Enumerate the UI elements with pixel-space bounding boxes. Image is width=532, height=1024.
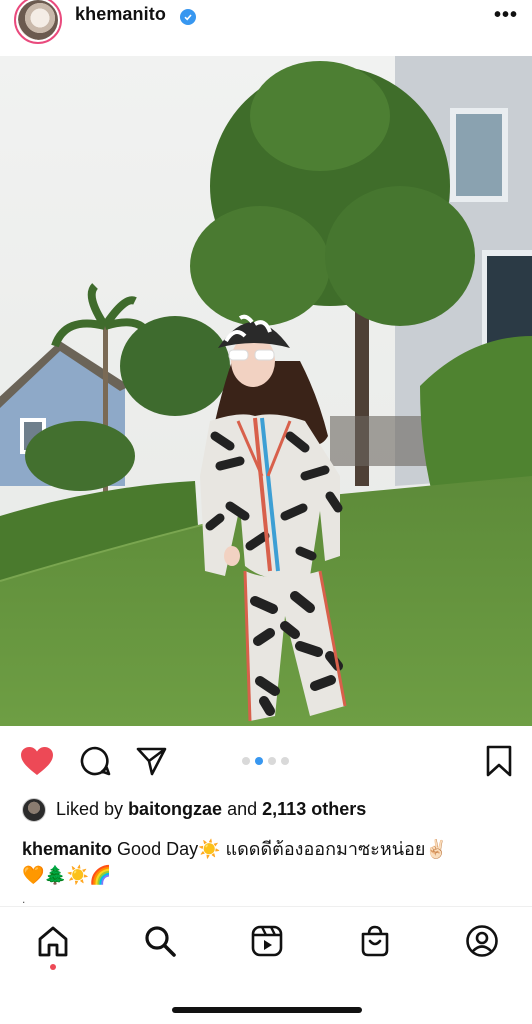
carousel-dot xyxy=(242,757,250,765)
likes-prefix: Liked by xyxy=(56,799,124,819)
photo-image xyxy=(0,56,532,726)
bookmark-icon[interactable] xyxy=(482,744,516,778)
comment-icon[interactable] xyxy=(78,744,112,778)
carousel-dot xyxy=(268,757,276,765)
search-icon[interactable] xyxy=(140,921,180,961)
share-icon[interactable] xyxy=(134,744,168,778)
carousel-dot xyxy=(281,757,289,765)
verified-badge-icon xyxy=(180,9,196,25)
post-header: khemanito ••• xyxy=(0,0,532,56)
bottom-nav xyxy=(0,906,532,1024)
caption-ellipsis: . xyxy=(22,892,26,906)
post-username[interactable]: khemanito xyxy=(75,4,166,25)
caption-emojis: 🧡🌲☀️🌈 xyxy=(22,865,112,885)
likes-row: Liked by baitongzae and 2,113 others xyxy=(0,796,532,826)
home-icon[interactable] xyxy=(33,921,73,961)
post-action-bar xyxy=(0,736,532,786)
likes-summary[interactable]: Liked by baitongzae and 2,113 others xyxy=(56,799,366,820)
profile-avatar[interactable] xyxy=(10,0,66,46)
liker-username[interactable]: baitongzae xyxy=(128,799,222,819)
carousel-dot-active xyxy=(255,757,263,765)
home-notification-dot xyxy=(50,964,56,970)
likes-middle: and xyxy=(227,799,258,819)
reels-icon[interactable] xyxy=(247,921,287,961)
post-photo[interactable] xyxy=(0,56,532,726)
likes-count[interactable]: 2,113 others xyxy=(262,799,366,819)
liker-avatar[interactable] xyxy=(22,798,46,822)
home-indicator-bar xyxy=(172,1007,362,1013)
caption-username[interactable]: khemanito xyxy=(22,839,112,859)
caption-text: Good Day☀️ แดดดีต้องออกมาซะหน่อย✌🏻 xyxy=(117,839,448,859)
carousel-indicator xyxy=(242,757,289,765)
profile-icon[interactable] xyxy=(462,921,502,961)
more-options-icon[interactable]: ••• xyxy=(494,4,518,27)
shop-icon[interactable] xyxy=(355,921,395,961)
post-caption: khemanito Good Day☀️ แดดดีต้องออกมาซะหน่… xyxy=(22,836,512,888)
heart-icon[interactable] xyxy=(20,744,54,778)
